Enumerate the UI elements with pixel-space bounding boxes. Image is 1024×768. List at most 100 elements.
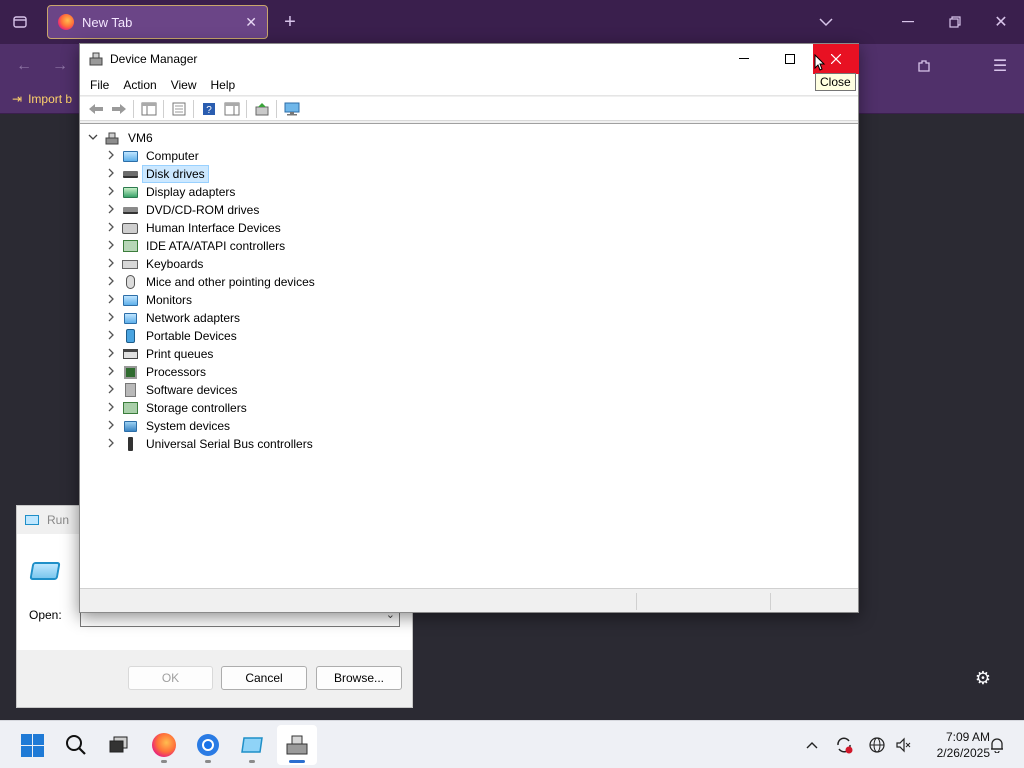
taskbar-run[interactable] [232,725,272,765]
task-view-button[interactable] [99,725,139,765]
tree-item-processors[interactable]: Processors [104,363,210,381]
extensions-icon[interactable] [910,52,938,80]
menu-icon[interactable]: ☰ [986,52,1014,80]
chevron-right-icon[interactable] [104,168,118,181]
show-hidden-icons-icon[interactable] [802,721,822,768]
scan-hardware-icon[interactable] [280,98,303,120]
chevron-right-icon[interactable] [104,150,118,163]
firefox-icon [152,733,176,757]
toolbar: ? [80,97,858,121]
close-icon [831,54,841,64]
start-button[interactable] [12,725,52,765]
settings-gear-icon[interactable]: ⚙ [969,664,997,692]
forward-icon[interactable]: → [46,52,74,80]
tab-overview-icon[interactable] [6,8,34,36]
chevron-right-icon[interactable] [104,276,118,289]
hid-icon [122,221,138,235]
toolbar-separator [246,99,247,118]
volume-muted-icon[interactable] [892,721,914,768]
search-button[interactable] [56,725,96,765]
chevron-right-icon[interactable] [104,384,118,397]
maximize-button[interactable] [767,44,813,74]
usb-icon [122,437,138,451]
svg-text:?: ? [206,105,212,116]
tree-root-vm6[interactable]: VM6 [86,129,157,147]
chevron-right-icon[interactable] [104,312,118,325]
tree-item-portable-devices[interactable]: Portable Devices [104,327,241,345]
close-browser-icon[interactable]: ✕ [987,8,1015,36]
printer-icon [122,347,138,361]
clock[interactable]: 7:09 AM 2/26/2025 [918,729,990,761]
tree-item-universal-serial-bus-controllers[interactable]: Universal Serial Bus controllers [104,435,317,453]
update-sync-icon[interactable] [832,721,856,768]
tree-item-human-interface-devices[interactable]: Human Interface Devices [104,219,285,237]
tab-new-tab[interactable]: New Tab ✕ [47,5,268,39]
taskbar-chrome[interactable] [188,725,228,765]
tree-item-label: System devices [146,419,231,433]
list-tabs-icon[interactable] [812,8,840,36]
menu-view[interactable]: View [164,78,204,92]
cancel-button[interactable]: Cancel [221,666,307,690]
help-icon[interactable]: ? [197,98,220,120]
tree-item-display-adapters[interactable]: Display adapters [104,183,239,201]
chevron-right-icon[interactable] [104,402,118,415]
action-pane-icon[interactable] [220,98,243,120]
back-icon[interactable]: ← [10,52,38,80]
import-bookmarks-button[interactable]: ⇥ Import b [12,92,72,106]
tree-item-print-queues[interactable]: Print queues [104,345,217,363]
ide-controller-icon [122,239,138,253]
forward-arrow-icon[interactable] [107,98,130,120]
close-tab-icon[interactable]: ✕ [245,14,257,31]
toolbar-separator [193,99,194,118]
tree-item-mice-and-other-pointing-devices[interactable]: Mice and other pointing devices [104,273,319,291]
minimize-button[interactable] [721,44,767,74]
tree-item-system-devices[interactable]: System devices [104,417,234,435]
tree-item-label: Disk drives [142,165,209,183]
restore-browser-icon[interactable] [941,8,969,36]
menu-file[interactable]: File [83,78,116,92]
chevron-right-icon[interactable] [104,222,118,235]
chevron-down-icon[interactable] [86,133,100,144]
tree-item-network-adapters[interactable]: Network adapters [104,309,244,327]
taskbar-device-manager[interactable] [277,725,317,765]
chevron-right-icon[interactable] [104,204,118,217]
tree-item-computer[interactable]: Computer [104,147,203,165]
software-device-icon [122,383,138,397]
chevron-right-icon[interactable] [104,330,118,343]
new-tab-icon[interactable]: + [276,8,304,36]
ok-button[interactable]: OK [128,666,213,690]
notifications-bell-icon[interactable] [986,721,1008,768]
chevron-right-icon[interactable] [104,366,118,379]
chevron-right-icon[interactable] [104,438,118,451]
toolbar-separator [276,99,277,118]
properties-icon[interactable] [167,98,190,120]
chrome-icon [197,734,219,756]
tree-item-label: Mice and other pointing devices [146,275,315,289]
menu-bar: File Action View Help [80,74,858,96]
menu-action[interactable]: Action [116,78,163,92]
browse-button[interactable]: Browse... [316,666,402,690]
chevron-right-icon[interactable] [104,348,118,361]
chevron-right-icon[interactable] [104,186,118,199]
tree-item-label: Computer [146,149,199,163]
chevron-right-icon[interactable] [104,294,118,307]
menu-help[interactable]: Help [204,78,243,92]
tree-item-storage-controllers[interactable]: Storage controllers [104,399,251,417]
update-driver-icon[interactable] [250,98,273,120]
chevron-right-icon[interactable] [104,420,118,433]
tree-item-disk-drives[interactable]: Disk drives [104,165,209,183]
chevron-right-icon[interactable] [104,240,118,253]
tree-item-keyboards[interactable]: Keyboards [104,255,207,273]
back-arrow-icon[interactable] [84,98,107,120]
tree-item-ide-ata-atapi-controllers[interactable]: IDE ATA/ATAPI controllers [104,237,289,255]
monitor-icon [122,293,138,307]
show-hide-console-tree-icon[interactable] [137,98,160,120]
window-title: Device Manager [110,52,198,66]
taskbar-firefox[interactable] [144,725,184,765]
tree-item-dvd-cd-rom-drives[interactable]: DVD/CD-ROM drives [104,201,263,219]
tree-item-software-devices[interactable]: Software devices [104,381,241,399]
network-globe-icon[interactable] [866,721,888,768]
minimize-browser-icon[interactable] [894,8,922,36]
chevron-right-icon[interactable] [104,258,118,271]
tree-item-monitors[interactable]: Monitors [104,291,196,309]
